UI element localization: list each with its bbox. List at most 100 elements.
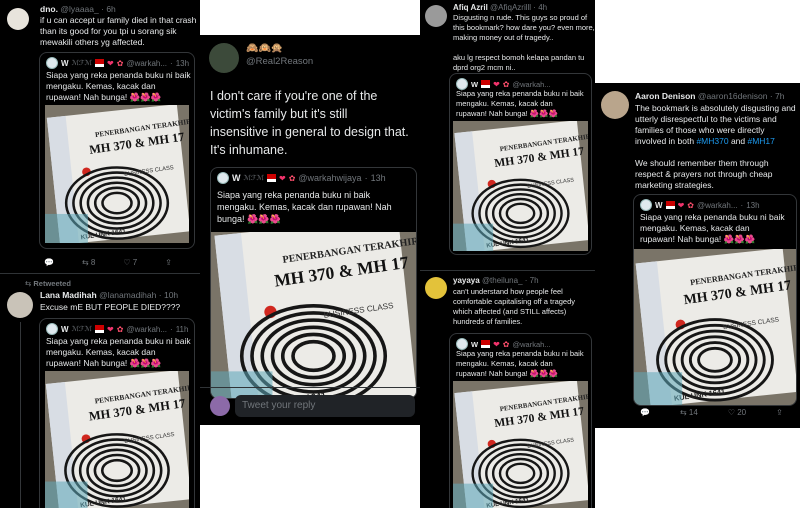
tweet-header: Aaron Denison @aaron16denison · 7h	[635, 91, 785, 101]
reply-icon[interactable]: 💬	[640, 408, 650, 417]
author-name[interactable]: dno.	[40, 4, 58, 14]
like-button[interactable]: ♡ 20	[728, 408, 746, 417]
tweet-text: The bookmark is absolutely disgusting an…	[635, 103, 796, 190]
tweet-line: if u can accept ur family died in that c…	[40, 15, 197, 25]
avatar[interactable]	[425, 277, 447, 299]
quoted-text: Siapa yang reka penanda buku ni baik men…	[46, 70, 191, 102]
quoted-tweet[interactable]: W ❤ ✿ @warkah... Siapa yang reka penanda…	[449, 333, 592, 508]
flower-icon: ✿	[116, 324, 124, 334]
bookmark-photo[interactable]: PENERBANGAN TERAKHIR MH 370 & MH 17 BUSINE…	[45, 105, 189, 243]
heart-icon: ❤	[278, 173, 286, 183]
author-name[interactable]: yayaya	[453, 276, 480, 285]
quoted-tweet[interactable]: W ❤ ✿ @warkah... Siapa yang reka penanda…	[449, 73, 592, 255]
quoted-tweet[interactable]: W ℳℱℳ ❤ ✿ @warkahwijaya · 13h Siapa yang…	[210, 167, 417, 399]
author-handle[interactable]: @theiluna_	[482, 276, 523, 285]
divider	[420, 270, 595, 271]
flag-icon	[266, 174, 276, 182]
tweet-text: I don't care if you're one of the victim…	[210, 89, 409, 157]
heart-icon: ❤	[677, 200, 685, 210]
tweet-actions: 💬 ⇆ 8 ♡ 7 ⇪	[44, 258, 172, 267]
flower-icon: ✿	[116, 58, 124, 68]
author-name[interactable]: Aaron Denison	[635, 91, 695, 101]
quoted-tweet[interactable]: W ❤ ✿ @warkah... · 13h Siapa yang reka p…	[633, 194, 797, 406]
bookmark-photo[interactable]: PENERBANGAN TERAKHIR MH 370 & MH 17 BUSINE…	[211, 232, 416, 398]
timestamp[interactable]: 7h	[530, 276, 539, 285]
avatar[interactable]	[7, 292, 33, 318]
share-icon[interactable]: ⇪	[165, 258, 172, 267]
avatar[interactable]	[425, 5, 447, 27]
quoted-text: Siapa yang reka penanda buku ni baik men…	[217, 190, 392, 224]
tweet-text: if u can accept ur family died in that c…	[40, 15, 196, 48]
flower-icon: ✿	[502, 79, 510, 89]
retweet-count: 8	[90, 258, 96, 267]
like-button[interactable]: ♡ 7	[123, 258, 137, 267]
heart-icon: ❤	[493, 339, 500, 349]
bookmark-illustration: PENERBANGAN TERAKHIRMH 370 & MH 17BUSINE…	[45, 371, 189, 508]
quoted-tweet[interactable]: W ℳℱℳ ❤ ✿ @warkah... · 11h Siapa yang re…	[39, 318, 195, 508]
bookmark-photo[interactable]: PENERBANGAN TERAKHIR MH 370 & MH 17 BUSINE…	[453, 121, 588, 251]
hashtag-link[interactable]: #MH17	[747, 136, 774, 146]
reply-placeholder: Tweet your reply	[242, 400, 316, 411]
avatar[interactable]	[601, 91, 629, 119]
bookmark-photo[interactable]: PENERBANGAN TERAKHIR MH 370 & MH 17 BUSINE…	[634, 249, 796, 405]
flower-icon: ✿	[502, 339, 510, 349]
tweet-header: dno. @lyaaaa_ · 6h	[40, 4, 116, 14]
retweet-button[interactable]: ⇆ 8	[82, 258, 95, 267]
flag-icon	[95, 325, 105, 333]
tweet-panel-real2reason: 🙈🙉🙊 @Real2Reason I don't care if you're …	[200, 35, 423, 425]
quoted-header: W ℳℱℳ ❤ ✿ @warkah... · 11h	[46, 323, 188, 335]
avatar	[210, 396, 230, 416]
quoted-header: W ℳℱℳ ❤ ✿ @warkah... · 13h	[46, 57, 189, 69]
timestamp[interactable]: 10h	[164, 290, 178, 300]
retweet-icon: ⇆	[25, 279, 32, 288]
retweet-button[interactable]: ⇆ 14	[680, 408, 698, 417]
author-handle[interactable]: @lanamadihah	[99, 290, 156, 300]
reply-icon[interactable]: 💬	[44, 258, 54, 267]
retweet-count: 14	[688, 408, 698, 417]
author-name[interactable]: Lana Madihah	[40, 290, 97, 300]
avatar[interactable]	[209, 43, 239, 73]
tweet-text: Excuse mE BUT PEOPLE DIED????	[40, 302, 181, 312]
tweet-panel-dno: dno. @lyaaaa_ · 6h if u can accept ur fa…	[0, 0, 200, 508]
avatar[interactable]	[7, 8, 29, 30]
bookmark-photo[interactable]: PENERBANGAN TERAKHIR MH 370 & MH 17 BUSINE…	[45, 371, 189, 508]
quoted-tweet[interactable]: W ℳℱℳ ❤ ✿ @warkah... · 13h Siapa yang re…	[39, 52, 195, 249]
reply-box[interactable]: Tweet your reply	[235, 395, 415, 417]
hashtag-link[interactable]: #MH370	[696, 136, 728, 146]
share-icon[interactable]: ⇪	[776, 408, 783, 417]
author-handle[interactable]: @AfiqAzrilll	[490, 3, 531, 12]
tweet-header: Afiq Azril @AfiqAzrilll · 4h	[453, 3, 548, 12]
author-handle[interactable]: @Real2Reason	[246, 56, 313, 67]
bookmark-illustration: PENERBANGAN TERAKHIRMH 370 & MH 17BUSINE…	[211, 232, 416, 398]
tweet-header: yayaya @theiluna_ · 7h	[453, 276, 539, 285]
timestamp[interactable]: 7h	[775, 91, 784, 101]
tweet-panel-afiq: Afiq Azril @AfiqAzrilll · 4h Disgusting …	[420, 0, 595, 508]
tweet-panel-aaron: Aaron Denison @aaron16denison · 7h The b…	[595, 83, 800, 428]
quoted-header: W ❤ ✿ @warkah... · 13h	[640, 199, 760, 211]
divider	[0, 273, 200, 274]
author-name[interactable]: 🙈🙉🙊	[246, 43, 283, 54]
thread-line	[20, 322, 21, 508]
tweet-text: can't understand how people feel comfort…	[453, 287, 576, 326]
flag-icon	[665, 201, 675, 209]
timestamp[interactable]: 4h	[538, 3, 547, 12]
divider	[200, 387, 423, 388]
author-handle[interactable]: @aaron16denison	[698, 91, 768, 101]
like-count: 7	[132, 258, 138, 267]
author-name[interactable]: Afiq Azril	[453, 3, 488, 12]
quoted-text: Siapa yang reka penanda buku ni baik men…	[46, 336, 191, 368]
flag-icon	[95, 59, 105, 67]
retweeted-indicator: ⇆ Retweeted	[25, 279, 71, 288]
bookmark-photo[interactable]: PENERBANGAN TERAKHIR MH 370 & MH 17 BUSINE…	[453, 381, 588, 508]
timestamp[interactable]: 6h	[106, 4, 115, 14]
quoted-header: W ℳℱℳ ❤ ✿ @warkahwijaya · 13h	[217, 172, 386, 184]
flag-icon	[481, 340, 491, 348]
author-handle[interactable]: @lyaaaa_	[60, 4, 98, 14]
like-count: 20	[737, 408, 747, 417]
bookmark-illustration: PENERBANGAN TERAKHIRMH 370 & MH 17BUSINE…	[453, 381, 588, 508]
flag-icon	[481, 80, 491, 88]
flower-icon: ✿	[687, 200, 694, 210]
tweet-header: Lana Madihah @lanamadihah · 10h	[40, 290, 179, 300]
heart-icon: ❤	[107, 324, 114, 334]
tweet-actions: 💬 ⇆ 14 ♡ 20 ⇪	[640, 408, 783, 417]
